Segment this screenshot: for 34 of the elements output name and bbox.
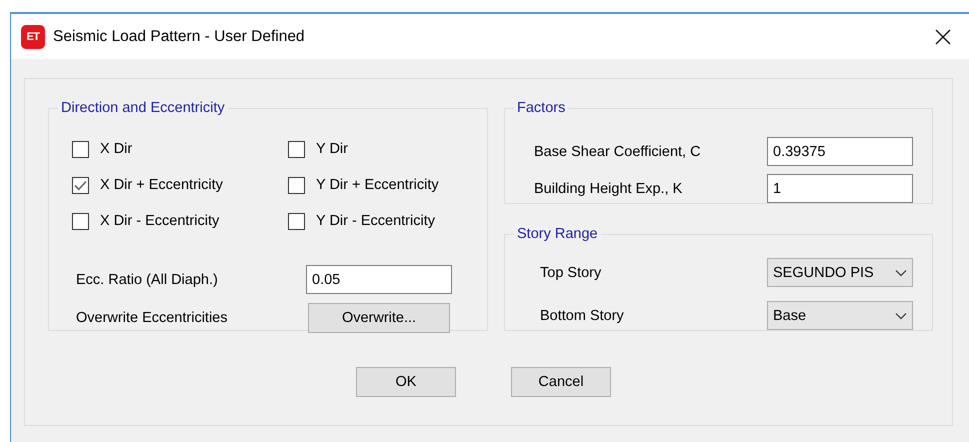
checkbox[interactable] [288,176,305,194]
field-label: Ecc. Ratio (All Diaph.) [76,272,219,288]
group-title: Story Range [516,226,599,242]
dropdown[interactable]: Base [767,301,913,330]
group-title: Factors [516,100,566,116]
field-label: Building Height Exp., K [534,180,684,196]
chevron-down-icon [895,268,907,276]
chevron-down-icon [895,312,907,320]
checkbox[interactable] [288,212,305,230]
overwrite-button[interactable]: Overwrite... [308,303,450,333]
input-field[interactable]: 1 [767,174,913,203]
window-title: Seismic Load Pattern - User Defined [53,28,306,46]
field-label: Top Story [540,264,602,280]
checkbox-label: Y Dir - Eccentricity [316,213,435,229]
dropdown[interactable]: SEGUNDO PIS [767,258,913,287]
checkbox-label: X Dir [100,141,132,157]
checkbox-label: X Dir + Eccentricity [100,177,223,193]
checkbox[interactable] [72,140,89,158]
checkbox-label: X Dir - Eccentricity [100,213,220,229]
field-label: Overwrite Eccentricities [76,310,228,326]
checkbox-label: Y Dir + Eccentricity [316,177,439,193]
app-logo: ET [21,24,45,48]
checkbox[interactable] [72,212,89,230]
dialog-button[interactable]: Cancel [511,367,611,397]
close-icon[interactable] [935,28,951,44]
checkbox-label: Y Dir [316,141,348,157]
input-field[interactable]: 0.39375 [767,137,913,166]
group-title: Direction and Eccentricity [60,100,226,116]
field-label: Base Shear Coefficient, C [534,144,702,160]
dialog-button[interactable]: OK [356,367,456,397]
checkbox[interactable] [72,176,89,194]
field-label: Bottom Story [540,308,625,324]
input-field[interactable]: 0.05 [306,265,452,294]
checkbox[interactable] [288,140,305,158]
